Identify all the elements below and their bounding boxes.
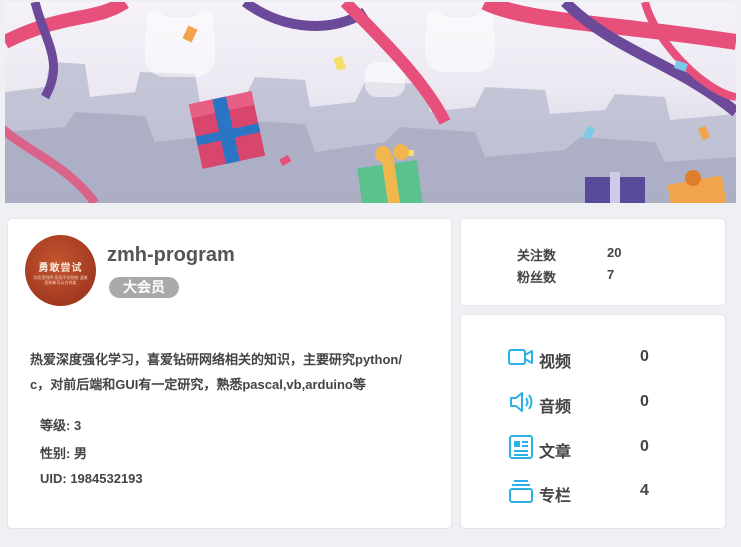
audio-icon: [507, 388, 535, 416]
user-gender: 性别: 男: [40, 446, 87, 461]
avatar[interactable]: 勇敢尝试 学而思则罔 思而不学则殆 温故而知新可以为师矣: [25, 235, 96, 306]
user-level: 等级: 3: [40, 418, 82, 433]
username: zmh-program: [107, 244, 235, 266]
profile-banner: [5, 2, 736, 203]
stat-article-label: 文章: [539, 444, 572, 461]
stat-audio-count: 0: [640, 393, 649, 410]
article-icon: [507, 433, 535, 461]
stat-audio[interactable]: 音频 0: [507, 388, 707, 418]
following-label: 关注数: [517, 248, 557, 263]
video-icon: [507, 343, 535, 371]
stat-audio-label: 音频: [539, 399, 572, 416]
stat-column[interactable]: 专栏 4: [507, 477, 707, 507]
stat-article-count: 0: [640, 438, 649, 455]
stat-column-count: 4: [640, 482, 649, 499]
avatar-subtitle: 学而思则罔 思而不学则殆 温故而知新可以为师矣: [33, 275, 88, 285]
stat-column-label: 专栏: [539, 488, 572, 505]
stat-video[interactable]: 视频 0: [507, 343, 707, 373]
stat-article[interactable]: 文章 0: [507, 433, 707, 463]
content-stats-card: 视频 0 音频 0 文章 0 专栏 4: [460, 314, 726, 529]
following-row[interactable]: 关注数 20: [517, 245, 621, 264]
following-count: 20: [607, 245, 622, 260]
follow-stats-card: 关注数 20 粉丝数 7: [460, 218, 726, 306]
user-bio: 热爱深度强化学习，喜爱钻研网络相关的知识，主要研究python/c，对前后端和G…: [30, 352, 402, 392]
party-illustration: [5, 2, 736, 203]
user-uid: UID: 1984532193: [40, 471, 143, 486]
fans-row[interactable]: 粉丝数 7: [517, 267, 614, 286]
fans-count: 7: [607, 267, 615, 282]
vip-badge: 大会员: [109, 277, 179, 298]
profile-card: 勇敢尝试 学而思则罔 思而不学则殆 温故而知新可以为师矣 zmh-program…: [7, 218, 452, 529]
stat-video-label: 视频: [539, 354, 572, 371]
avatar-title: 勇敢尝试: [38, 263, 83, 274]
fans-label: 粉丝数: [517, 270, 557, 285]
column-icon: [507, 477, 535, 505]
stat-video-count: 0: [640, 348, 649, 365]
